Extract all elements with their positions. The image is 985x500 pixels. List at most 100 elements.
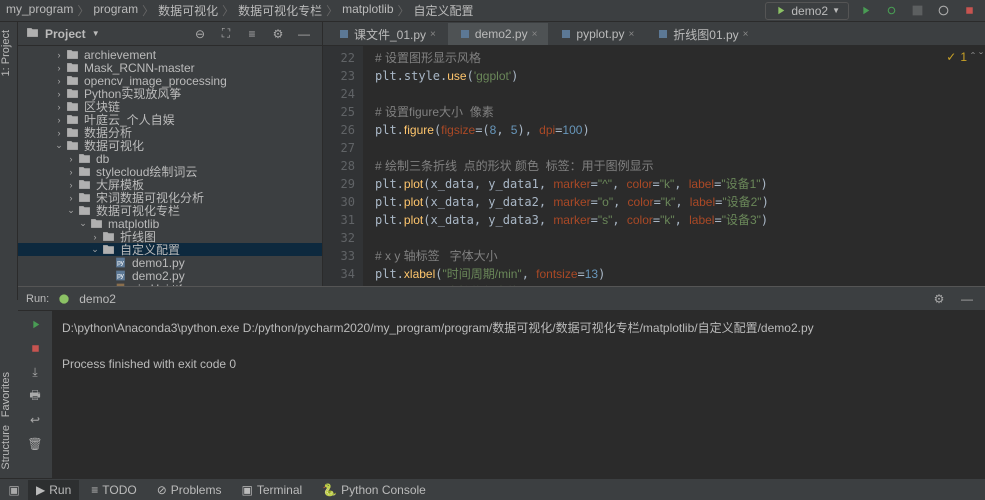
- tree-node[interactable]: ⌄自定义配置: [18, 243, 322, 256]
- editor-tab[interactable]: pyplot.py ×: [549, 23, 645, 45]
- tree-label: demo2.py: [132, 269, 185, 283]
- tree-arrow-icon[interactable]: ›: [54, 115, 64, 125]
- breadcrumb[interactable]: my_program〉program〉数据可视化〉数据可视化专栏〉matplot…: [6, 2, 474, 19]
- terminal-icon: ▣: [241, 483, 252, 497]
- dropdown-icon: ▼: [832, 6, 840, 15]
- status-tab-terminal[interactable]: ▣ Terminal: [233, 480, 310, 500]
- tree-node[interactable]: pydemo1.py: [18, 256, 322, 269]
- pyconsole-icon: 🐍: [322, 483, 337, 497]
- settings-icon[interactable]: ⚙: [929, 289, 949, 309]
- tree-node[interactable]: ›archievement: [18, 48, 322, 61]
- breadcrumb-sep: 〉: [77, 2, 89, 19]
- tree-arrow-icon[interactable]: ›: [54, 76, 64, 86]
- close-icon[interactable]: ×: [743, 29, 749, 40]
- chevron-up-icon[interactable]: ˆ: [971, 50, 975, 64]
- tree-arrow-icon[interactable]: ›: [66, 193, 76, 203]
- scroll-to-end-icon[interactable]: ⤓: [25, 363, 45, 381]
- folder-icon: [76, 191, 92, 205]
- status-tab-todo[interactable]: ≡TODO: [83, 480, 144, 500]
- breadcrumb-item[interactable]: 数据可视化: [158, 2, 218, 19]
- tab-label: pyplot.py: [576, 27, 624, 41]
- folder-icon: [64, 61, 80, 75]
- close-icon[interactable]: ×: [532, 29, 538, 40]
- run-with-coverage-button[interactable]: [907, 1, 927, 21]
- editor-tabs: 课文件_01.py×demo2.py×pyplot.py×折线图01.py×: [323, 22, 985, 46]
- tree-node[interactable]: ›stylecloud绘制词云: [18, 165, 322, 178]
- soft-wrap-icon[interactable]: ↩: [25, 411, 45, 429]
- tree-label: 数据可视化: [84, 137, 144, 154]
- left-tool-strip-bottom: Favorites Structure: [0, 300, 18, 478]
- tree-node[interactable]: pydemo2.py: [18, 269, 322, 282]
- editor-tab[interactable]: demo2.py×: [448, 23, 549, 45]
- status-tab-pyconsole[interactable]: 🐍Python Console: [314, 480, 434, 500]
- tree-arrow-icon[interactable]: ⌄: [78, 218, 88, 229]
- breadcrumb-item[interactable]: matplotlib: [342, 2, 393, 19]
- status-tab-run[interactable]: ▶Run: [28, 480, 79, 500]
- collapse-icon[interactable]: ≡: [242, 24, 262, 44]
- dropdown-icon[interactable]: ▼: [92, 29, 100, 38]
- tree-arrow-icon[interactable]: ⌄: [54, 140, 64, 151]
- status-tab-problems[interactable]: ⊘Problems: [149, 480, 230, 500]
- tab-label: 课文件_01.py: [354, 26, 426, 43]
- inspection-widget[interactable]: ✓ 1 ˆ ˇ: [946, 50, 983, 64]
- tree-arrow-icon[interactable]: ›: [66, 154, 76, 164]
- tree-arrow-icon[interactable]: ›: [54, 102, 64, 112]
- tree-arrow-icon[interactable]: ⌄: [66, 205, 76, 216]
- status-tab-label: Run: [49, 483, 71, 497]
- show-tool-windows-icon[interactable]: ▣: [4, 480, 24, 500]
- svg-text:py: py: [117, 260, 125, 267]
- hide-icon[interactable]: —: [957, 289, 977, 309]
- folder-icon: [100, 230, 116, 244]
- tree-arrow-icon[interactable]: ›: [54, 50, 64, 60]
- stop-button[interactable]: [959, 1, 979, 21]
- warning-count: 1: [960, 50, 967, 64]
- breadcrumb-sep: 〉: [142, 2, 154, 19]
- folder-icon: [64, 100, 80, 114]
- tree-node[interactable]: ⌄数据可视化专栏: [18, 204, 322, 217]
- run-tool-window: Run: demo2 ⚙ — ⤓ 🖶 ↩ 🗑 D:\python\Anacond…: [18, 286, 985, 478]
- tree-node[interactable]: ›叶庭云_个人自娱: [18, 113, 322, 126]
- tree-arrow-icon[interactable]: ⌄: [90, 244, 100, 255]
- project-tool-tab[interactable]: 1: Project: [0, 30, 17, 76]
- structure-tab[interactable]: Structure: [0, 425, 18, 470]
- chevron-down-icon[interactable]: ˇ: [979, 50, 983, 64]
- settings-icon[interactable]: ⚙: [268, 24, 288, 44]
- locate-icon[interactable]: ⊖: [190, 24, 210, 44]
- close-icon[interactable]: ×: [430, 29, 436, 40]
- breadcrumb-item[interactable]: 自定义配置: [414, 2, 474, 19]
- folder-icon: [76, 165, 92, 179]
- clear-icon[interactable]: 🗑: [25, 435, 45, 453]
- tree-arrow-icon[interactable]: ›: [90, 232, 100, 242]
- run-output[interactable]: D:\python\Anaconda3\python.exe D:/python…: [52, 311, 985, 478]
- folder-icon: [64, 113, 80, 127]
- hide-icon[interactable]: —: [294, 24, 314, 44]
- tree-arrow-icon[interactable]: ›: [54, 63, 64, 73]
- stop-button[interactable]: [25, 339, 45, 357]
- tree-arrow-icon[interactable]: ›: [54, 128, 64, 138]
- tree-arrow-icon[interactable]: ›: [66, 180, 76, 190]
- folder-icon: [88, 217, 104, 231]
- debug-button[interactable]: [881, 1, 901, 21]
- profile-button[interactable]: [933, 1, 953, 21]
- folder-icon: [76, 204, 92, 218]
- favorites-tab[interactable]: Favorites: [0, 372, 18, 417]
- breadcrumb-sep: 〉: [326, 2, 338, 19]
- breadcrumb-item[interactable]: my_program: [6, 2, 73, 19]
- panel-title: Project: [45, 27, 86, 41]
- run-config-selector[interactable]: demo2 ▼: [765, 2, 849, 20]
- tree-arrow-icon[interactable]: ›: [54, 89, 64, 99]
- rerun-button[interactable]: [25, 315, 45, 333]
- editor-tab[interactable]: 课文件_01.py ×: [327, 23, 447, 45]
- status-tab-label: Terminal: [257, 483, 302, 497]
- tree-node[interactable]: ⌄ 数据可视化: [18, 139, 322, 152]
- run-button[interactable]: [855, 1, 875, 21]
- expand-icon[interactable]: ⛶: [216, 24, 236, 44]
- breadcrumb-item[interactable]: 数据可视化专栏: [238, 2, 322, 19]
- tree-arrow-icon[interactable]: ›: [66, 167, 76, 177]
- tree-node[interactable]: ›Mask_RCNN-master: [18, 61, 322, 74]
- breadcrumb-item[interactable]: program: [93, 2, 138, 19]
- close-icon[interactable]: ×: [628, 29, 634, 40]
- print-icon[interactable]: 🖶: [25, 387, 45, 405]
- editor-tab[interactable]: 折线图01.py×: [646, 23, 759, 45]
- tree-node[interactable]: ›Python实现放风筝: [18, 87, 322, 100]
